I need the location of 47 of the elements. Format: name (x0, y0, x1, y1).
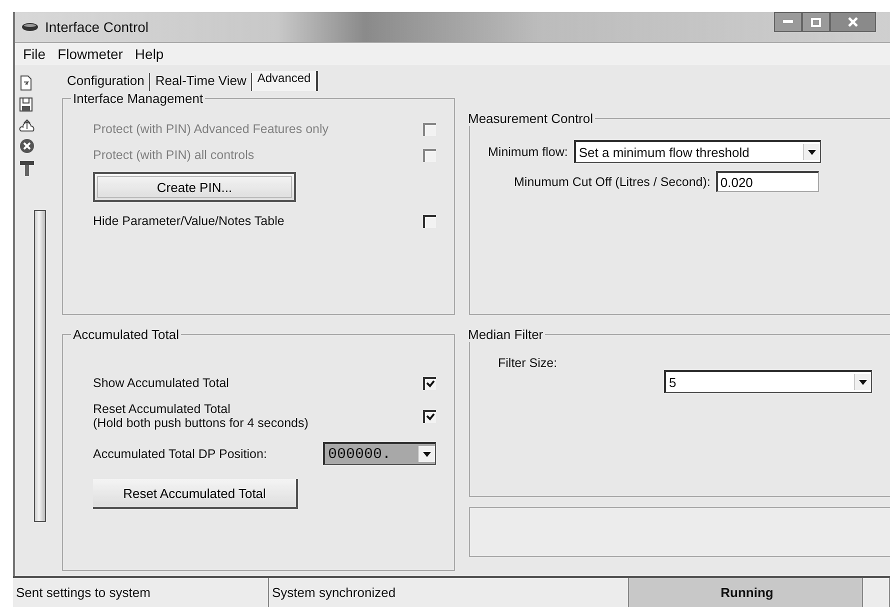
maximize-icon (811, 18, 821, 26)
status-text: Sent settings to system (13, 578, 269, 607)
checkbox-label: Reset Accumulated Total (93, 402, 232, 416)
caret-icon (859, 380, 867, 384)
caret-icon (423, 452, 431, 456)
menu-item[interactable]: Flowmeter (52, 46, 129, 62)
app-icon (21, 22, 39, 32)
checkbox-note: (Hold both push buttons for 4 seconds) (93, 416, 308, 430)
menu-item[interactable]: File (17, 46, 52, 62)
close-button[interactable] (830, 12, 876, 32)
group-title: Measurement Control (467, 111, 594, 126)
minimize-button[interactable] (774, 12, 802, 32)
field-label: Minimum flow: (488, 144, 568, 158)
scroll-track[interactable] (34, 210, 46, 522)
push-button[interactable]: Reset Accumulated Total (93, 479, 298, 509)
minimize-icon (783, 20, 793, 24)
upload-icon[interactable] (19, 117, 35, 133)
maximize-button[interactable] (802, 12, 830, 32)
checkbox[interactable] (423, 214, 436, 228)
checkbox[interactable] (423, 410, 436, 422)
checkbox[interactable] (423, 376, 436, 390)
cancel-icon[interactable] (19, 138, 35, 154)
text-field[interactable]: 0.020 (716, 171, 820, 192)
field-label: Minumum Cut Off (Litres / Second): (514, 174, 710, 188)
tab[interactable]: Advanced (252, 71, 318, 91)
field-label: Filter Size: (498, 356, 558, 370)
checkbox-label: Hide Parameter/Value/Notes Table (93, 214, 284, 228)
group-title: Accumulated Total (72, 327, 180, 342)
menu-item[interactable]: Help (128, 46, 170, 62)
group-title: Median Filter (467, 327, 544, 342)
close-icon (848, 17, 858, 27)
tab[interactable]: Configuration (62, 73, 150, 91)
window-title: Interface Control (45, 19, 148, 35)
dropdown-field[interactable]: 000000. (323, 442, 436, 465)
push-button[interactable]: Create PIN... (93, 172, 296, 202)
hammer-icon[interactable] (19, 159, 35, 177)
status-text: Running (629, 578, 863, 607)
save-icon[interactable] (19, 96, 33, 112)
caret-icon (808, 150, 816, 154)
field-label: Accumulated Total DP Position: (93, 446, 267, 460)
dropdown-field[interactable]: 5 (664, 370, 872, 393)
checkbox-label: Protect (with PIN) all controls (93, 148, 254, 162)
checkbox-label: Protect (with PIN) Advanced Features only (93, 122, 329, 136)
dropdown-field[interactable]: Set a minimum flow threshold (574, 140, 821, 163)
group-title: Interface Management (72, 91, 204, 106)
document-icon[interactable] (19, 75, 33, 91)
checkbox-label: Show Accumulated Total (93, 376, 229, 390)
